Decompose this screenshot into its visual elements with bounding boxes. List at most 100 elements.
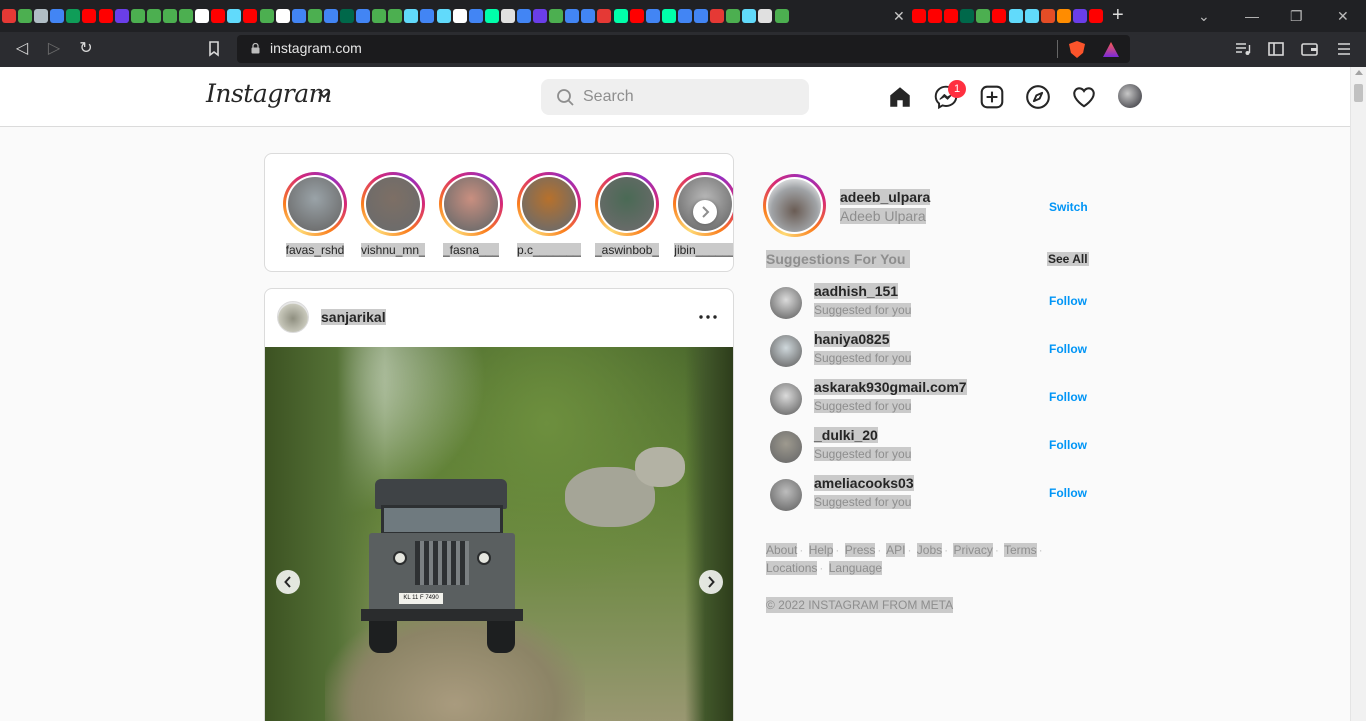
tab-favicon-icon[interactable] — [629, 8, 644, 23]
tab-favicon-icon[interactable] — [1024, 8, 1039, 23]
window-close-icon[interactable]: ✕ — [1337, 6, 1349, 26]
tab-favicon-icon[interactable] — [710, 8, 725, 23]
new-tab-icon[interactable]: + — [1112, 4, 1124, 26]
tab-favicon-icon[interactable] — [517, 8, 531, 23]
suggestion-avatar[interactable] — [770, 383, 802, 415]
tab-favicon-icon[interactable] — [944, 8, 959, 23]
chevron-down-icon[interactable] — [318, 91, 330, 99]
bookmark-icon[interactable] — [208, 41, 220, 57]
tab-favicon-icon[interactable] — [452, 8, 467, 23]
tab-favicon-icon[interactable] — [436, 8, 451, 23]
story-item[interactable]: favas_rshd — [283, 172, 347, 262]
tab-favicon-icon[interactable] — [323, 8, 338, 23]
playlist-icon[interactable] — [1235, 41, 1251, 57]
tab-favicon-icon[interactable] — [1089, 8, 1104, 23]
footer-link-press[interactable]: Press — [844, 543, 876, 557]
tab-favicon-icon[interactable] — [339, 8, 354, 23]
tab-favicon-icon[interactable] — [976, 8, 991, 23]
tab-favicon-icon[interactable] — [533, 8, 548, 23]
tab-favicon-icon[interactable] — [774, 8, 789, 23]
story-item[interactable]: _aswinbob__ — [595, 172, 659, 262]
current-user-username[interactable]: adeeb_ulpara — [840, 189, 931, 205]
post-author-username[interactable]: sanjarikal — [321, 309, 386, 325]
current-user-avatar[interactable] — [763, 174, 826, 237]
tab-favicon-icon[interactable] — [34, 8, 49, 23]
tab-favicon-icon[interactable] — [661, 8, 676, 23]
stories-next-button[interactable] — [693, 200, 717, 224]
tab-favicon-icon[interactable] — [211, 8, 226, 23]
suggestion-avatar[interactable] — [770, 335, 802, 367]
footer-link-api[interactable]: API — [886, 543, 906, 557]
brave-shields-icon[interactable] — [1069, 41, 1085, 58]
see-all-button[interactable]: See All — [1047, 252, 1089, 266]
footer-link-locations[interactable]: Locations — [766, 561, 818, 575]
tab-favicon-icon[interactable] — [694, 8, 709, 23]
tab-favicon-icon[interactable] — [50, 8, 65, 23]
forward-icon[interactable]: ▷ — [44, 39, 64, 59]
profile-avatar[interactable] — [1118, 84, 1142, 108]
tab-favicon-icon[interactable] — [243, 8, 258, 23]
footer-link-help[interactable]: Help — [808, 543, 834, 557]
tab-favicon-icon[interactable] — [291, 8, 306, 23]
tab-favicon-icon[interactable] — [928, 8, 943, 23]
follow-button[interactable]: Follow — [1049, 342, 1087, 356]
story-item[interactable]: p.c________ — [517, 172, 581, 262]
tab-favicon-icon[interactable] — [356, 8, 371, 23]
suggestion-username[interactable]: _dulki_20 — [814, 427, 878, 443]
tab-favicon-icon[interactable] — [259, 8, 274, 23]
tab-favicon-icon[interactable] — [645, 8, 660, 23]
suggestion-avatar[interactable] — [770, 431, 802, 463]
tab-favicon-icon[interactable] — [146, 8, 161, 23]
tab-favicon-icon[interactable] — [613, 8, 628, 23]
tab-favicon-icon[interactable] — [565, 8, 580, 23]
tab-favicon-icon[interactable] — [162, 8, 177, 23]
tab-favicon-icon[interactable] — [912, 8, 926, 23]
tab-favicon-icon[interactable] — [726, 8, 741, 23]
next-image-button[interactable] — [699, 570, 723, 594]
tab-close-icon[interactable]: ✕ — [893, 6, 905, 26]
tab-favicon-icon[interactable] — [18, 8, 33, 23]
tab-favicon-icon[interactable] — [992, 8, 1007, 23]
tab-favicon-icon[interactable] — [1056, 8, 1071, 23]
tab-favicon-icon[interactable] — [307, 8, 322, 23]
suggestion-username[interactable]: haniya0825 — [814, 331, 890, 347]
search-input[interactable] — [583, 85, 793, 109]
tab-favicon-icon[interactable] — [960, 8, 975, 23]
tab-favicon-icon[interactable] — [98, 8, 113, 23]
footer-link-jobs[interactable]: Jobs — [916, 543, 943, 557]
address-bar[interactable]: instagram.com — [237, 35, 1130, 63]
search-box[interactable] — [541, 79, 809, 115]
tab-favicon-icon[interactable] — [275, 8, 290, 23]
activity-heart-icon[interactable] — [1071, 84, 1097, 110]
tab-favicon-icon[interactable] — [388, 8, 403, 23]
sidebar-icon[interactable] — [1268, 41, 1284, 57]
minimize-icon[interactable]: — — [1245, 6, 1259, 26]
new-post-icon[interactable] — [979, 84, 1005, 110]
tab-favicon-icon[interactable] — [1072, 8, 1087, 23]
page-scrollbar[interactable] — [1350, 67, 1366, 721]
tab-favicon-icon[interactable] — [468, 8, 483, 23]
tab-favicon-icon[interactable] — [1040, 8, 1055, 23]
footer-link-privacy[interactable]: Privacy — [953, 543, 993, 557]
scroll-up-icon[interactable] — [1355, 70, 1363, 75]
tab-favicon-icon[interactable] — [114, 8, 129, 23]
suggestion-username[interactable]: ameliacooks03 — [814, 475, 914, 491]
story-item[interactable]: vishnu_mn_ — [361, 172, 425, 262]
scroll-thumb[interactable] — [1354, 84, 1363, 102]
suggestion-username[interactable]: aadhish_151 — [814, 283, 899, 299]
follow-button[interactable]: Follow — [1049, 390, 1087, 404]
tab-favicon-icon[interactable] — [420, 8, 435, 23]
menu-icon[interactable] — [1337, 42, 1351, 56]
restore-icon[interactable]: ❐ — [1290, 6, 1303, 26]
suggestion-avatar[interactable] — [770, 287, 802, 319]
tab-favicon-icon[interactable] — [179, 8, 194, 23]
tab-favicon-icon[interactable] — [677, 8, 692, 23]
suggestion-username[interactable]: askarak930gmail.com7 — [814, 379, 967, 395]
wallet-icon[interactable] — [1301, 41, 1318, 57]
brave-rewards-icon[interactable] — [1103, 42, 1119, 57]
reload-icon[interactable]: ↻ — [76, 39, 96, 59]
tab-favicon-icon[interactable] — [195, 8, 210, 23]
post-image[interactable]: KL 11 F 7490 — [265, 347, 733, 721]
tab-favicon-icon[interactable] — [2, 8, 16, 23]
footer-link-terms[interactable]: Terms — [1003, 543, 1037, 557]
